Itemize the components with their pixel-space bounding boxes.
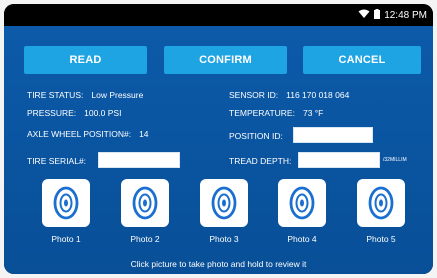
tire-icon	[289, 186, 315, 220]
tire-status-value: Low Pressure	[91, 90, 144, 100]
axle-wheel-label: AXLE WHEEL POSITION#:	[27, 129, 132, 139]
photo-instructions: Click picture to take photo and hold to …	[130, 259, 307, 269]
sensor-id-label: SENSOR ID:	[229, 90, 279, 100]
clock: 12:48 PM	[384, 10, 427, 21]
tire-icon	[132, 186, 158, 220]
battery-icon	[374, 9, 381, 22]
photo-5-button[interactable]	[357, 179, 405, 227]
tire-icon	[53, 186, 79, 220]
tread-depth-field[interactable]	[298, 152, 380, 168]
photo-1-button[interactable]	[42, 179, 90, 227]
temperature-value: 73 °F	[302, 108, 324, 118]
tire-serial-field[interactable]	[98, 152, 180, 168]
photo-3-label: Photo 3	[209, 234, 239, 244]
pressure-value: 100.0 PSI	[84, 108, 122, 118]
tire-screen: READ CONFIRM CANCEL TIRE STATUS: Low Pres…	[4, 26, 433, 274]
photo-4-button[interactable]	[278, 179, 326, 227]
axle-wheel-value: 14	[139, 129, 149, 139]
photo-4-label: Photo 4	[287, 234, 317, 244]
photo-2-label: Photo 2	[130, 234, 160, 244]
tire-serial-label: TIRE SERIAL#:	[27, 156, 87, 166]
tire-icon	[368, 186, 394, 220]
pressure-row: PRESSURE: 100.0 PSI	[27, 108, 121, 118]
temperature-label: TEMPERATURE:	[229, 108, 295, 118]
position-id-field[interactable]	[293, 127, 373, 143]
status-icons: 12:48 PM	[358, 9, 427, 22]
photo-1-label: Photo 1	[51, 234, 81, 244]
wifi-icon	[358, 9, 370, 22]
photo-2-button[interactable]	[121, 179, 169, 227]
temperature-row: TEMPERATURE: 73 °F	[229, 108, 323, 118]
photo-5-label: Photo 5	[366, 234, 396, 244]
tread-depth-unit: /32MILLIM	[383, 157, 407, 163]
sensor-id-row: SENSOR ID: 116 170 018 064	[229, 90, 349, 100]
position-id-label: POSITION ID:	[229, 131, 283, 141]
tread-depth-label: TREAD DEPTH:	[229, 156, 292, 166]
pressure-label: PRESSURE:	[27, 108, 77, 118]
tire-status-label: TIRE STATUS:	[27, 90, 84, 100]
device-frame: 12:48 PM READ CONFIRM CANCEL TIRE STATUS…	[4, 4, 433, 274]
tire-status-row: TIRE STATUS: Low Pressure	[27, 90, 143, 100]
tire-icon	[211, 186, 237, 220]
confirm-button[interactable]: CONFIRM	[164, 46, 287, 74]
photo-3-button[interactable]	[200, 179, 248, 227]
status-bar: 12:48 PM	[4, 4, 433, 26]
sensor-id-value: 116 170 018 064	[286, 90, 350, 100]
read-button[interactable]: READ	[24, 46, 147, 74]
cancel-button[interactable]: CANCEL	[303, 46, 421, 74]
axle-wheel-row: AXLE WHEEL POSITION#: 14	[27, 129, 149, 139]
